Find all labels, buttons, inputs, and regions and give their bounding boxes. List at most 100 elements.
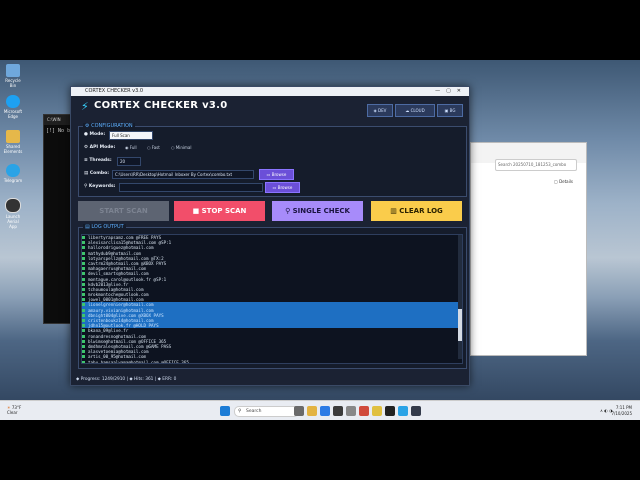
hit-dot-icon bbox=[82, 293, 85, 297]
app-icon-red[interactable] bbox=[359, 406, 369, 416]
keywords-label-text: Keywords: bbox=[88, 184, 116, 189]
clear-log-button[interactable]: ▥ CLEAR LOG bbox=[371, 201, 462, 221]
store-icon[interactable] bbox=[333, 406, 343, 416]
keywords-browse-button[interactable]: ▭ Browse bbox=[265, 182, 300, 193]
weather-widget[interactable]: ☀ 73°F Clear bbox=[7, 405, 21, 415]
cloud-button[interactable]: ☁ CLOUD bbox=[395, 104, 435, 117]
configuration-title-text: CONFIGURATION bbox=[91, 123, 133, 129]
hit-dot-icon bbox=[82, 277, 85, 281]
start-icon[interactable] bbox=[220, 406, 230, 416]
api-radio-full[interactable]: ◉ Full bbox=[125, 145, 137, 150]
desktop-icon-label: Microsoft Edge bbox=[3, 109, 23, 119]
hit-dot-icon bbox=[82, 303, 85, 307]
mode-label-text: Mode: bbox=[89, 132, 106, 137]
edge-icon bbox=[6, 95, 20, 108]
telegram-icon[interactable] bbox=[398, 406, 408, 416]
combo-browse-button[interactable]: ▭ Browse bbox=[259, 169, 294, 180]
api-radio-minimal[interactable]: ○ Minimal bbox=[171, 145, 191, 150]
app-brand: CORTEX CHECKER v3.0 bbox=[94, 100, 228, 111]
app-header: ⚡ CORTEX CHECKER v3.0 ◈ DEV ☁ CLOUD ▣ BG bbox=[71, 96, 469, 118]
hit-dot-icon bbox=[82, 287, 85, 291]
combo-label: ▤ Combo: bbox=[84, 171, 110, 176]
hit-dot-icon bbox=[82, 282, 85, 286]
file-explorer-window[interactable]: Search 20250710_181253_combo ▢ Details bbox=[470, 142, 587, 356]
keywords-browse-label: Browse bbox=[277, 185, 293, 190]
threads-label: ≡ Threads: bbox=[84, 158, 112, 163]
window-title: CORTEX CHECKER v3.0 bbox=[85, 88, 144, 94]
details-button[interactable]: ▢ Details bbox=[554, 179, 573, 184]
log-scrollbar[interactable] bbox=[458, 235, 462, 359]
clock[interactable]: 7:11 PM 7/10/2025 bbox=[611, 405, 632, 417]
combo-label-text: Combo: bbox=[89, 171, 110, 176]
progress-text: Progress: 1249/2910 bbox=[80, 377, 126, 382]
desktop-icon-label: Shared Elements bbox=[3, 144, 23, 154]
desktop-icon-shared[interactable]: Shared Elements bbox=[3, 130, 23, 154]
file-explorer-icon[interactable] bbox=[307, 406, 317, 416]
log-scrollbar-thumb[interactable] bbox=[458, 309, 462, 341]
search-icon: ⚲ bbox=[285, 207, 291, 215]
terminal-icon[interactable] bbox=[385, 406, 395, 416]
log-title-text: LOG OUTPUT bbox=[91, 224, 124, 230]
cortex-app-icon[interactable] bbox=[411, 406, 421, 416]
log-output[interactable]: libertyrapsamz.com @FREE PAYS alexisarcli… bbox=[81, 234, 463, 364]
threads-input[interactable]: 20 bbox=[117, 157, 141, 166]
aerial-app-icon bbox=[5, 198, 21, 213]
edge-icon[interactable] bbox=[320, 406, 330, 416]
hit-dot-icon bbox=[82, 319, 85, 322]
hit-dot-icon bbox=[82, 329, 85, 333]
combo-path-input[interactable]: C:\Users\RR\Desktop\Hotmail Inboxer By C… bbox=[112, 170, 254, 179]
hit-dot-icon bbox=[82, 339, 85, 343]
api-mode-label: ⚙ API Mode: bbox=[84, 145, 116, 150]
desktop-icon-aerial[interactable]: Launch Aerial App bbox=[3, 198, 23, 229]
settings-icon[interactable] bbox=[346, 406, 356, 416]
single-check-button[interactable]: ⚲ SINGLE CHECK bbox=[272, 201, 363, 221]
status-bar: ◆ Progress: 1249/2910 | ◆ Hits: 361 | ◆ … bbox=[76, 377, 177, 382]
folder-icon bbox=[6, 130, 20, 143]
desktop-icon-telegram[interactable]: Telegram bbox=[3, 164, 23, 183]
hit-dot-icon bbox=[82, 308, 85, 312]
trash-icon: ▥ bbox=[390, 207, 397, 215]
start-scan-button[interactable]: START SCAN bbox=[78, 201, 169, 221]
clock-date: 7/10/2025 bbox=[611, 411, 632, 416]
hit-dot-icon bbox=[82, 261, 85, 265]
keywords-input[interactable] bbox=[119, 183, 263, 192]
api-full-label: Full bbox=[129, 145, 137, 150]
letterbox-top bbox=[0, 0, 640, 60]
log-title: ▤ LOG OUTPUT bbox=[83, 224, 126, 231]
details-label: Details bbox=[559, 179, 573, 184]
chrome-icon[interactable] bbox=[372, 406, 382, 416]
task-view-icon[interactable] bbox=[294, 406, 304, 416]
hit-dot-icon bbox=[82, 236, 85, 239]
log-line[interactable]: tabu_hamsaalyama@hotmail.com @OFFICE 365 bbox=[82, 360, 462, 363]
hits-icon: ◆ bbox=[129, 377, 133, 382]
taskbar: ☀ 73°F Clear ⚲ Search ∧ ◐ ◑ 7:11 PM 7/10/… bbox=[0, 400, 640, 421]
letterbox-bottom bbox=[0, 420, 640, 480]
mode-label: ● Mode: bbox=[84, 132, 106, 137]
api-radio-fast[interactable]: ○ Fast bbox=[147, 145, 160, 150]
api-mode-label-text: API Mode: bbox=[89, 145, 116, 150]
hit-dot-icon bbox=[82, 344, 85, 348]
taskbar-search[interactable]: ⚲ Search bbox=[234, 406, 299, 417]
desktop-icon-recycle-bin[interactable]: Recycle Bin bbox=[3, 64, 23, 88]
bg-button[interactable]: ▣ BG bbox=[437, 104, 463, 117]
window-titlebar[interactable]: CORTEX CHECKER v3.0 —▢✕ bbox=[71, 87, 469, 96]
desktop-icon-edge[interactable]: Microsoft Edge bbox=[3, 95, 23, 119]
keywords-label: ⚲ Keywords: bbox=[84, 184, 116, 189]
stop-scan-button[interactable]: ■ STOP SCAN bbox=[174, 201, 265, 221]
search-icon: ⚲ bbox=[238, 409, 242, 414]
hit-dot-icon bbox=[82, 355, 85, 359]
lightning-icon: ⚡ bbox=[81, 100, 89, 113]
progress-icon: ◆ bbox=[76, 377, 80, 382]
window-controls[interactable]: —▢✕ bbox=[435, 87, 467, 96]
dev-button[interactable]: ◈ DEV bbox=[367, 104, 393, 117]
hit-dot-icon bbox=[82, 298, 85, 302]
errors-text: ERR: 0 bbox=[162, 377, 177, 382]
cortex-checker-window[interactable]: CORTEX CHECKER v3.0 —▢✕ ⚡ CORTEX CHECKER… bbox=[70, 86, 470, 386]
configuration-title: ⚙ CONFIGURATION bbox=[83, 123, 135, 130]
mode-select[interactable]: Full Scan bbox=[109, 131, 153, 140]
api-fast-label: Fast bbox=[151, 145, 160, 150]
bg-label: BG bbox=[449, 108, 456, 113]
hit-dot-icon bbox=[82, 313, 85, 317]
taskbar-search-label: Search bbox=[246, 409, 262, 414]
explorer-search-input[interactable]: Search 20250710_181253_combo bbox=[495, 159, 577, 171]
